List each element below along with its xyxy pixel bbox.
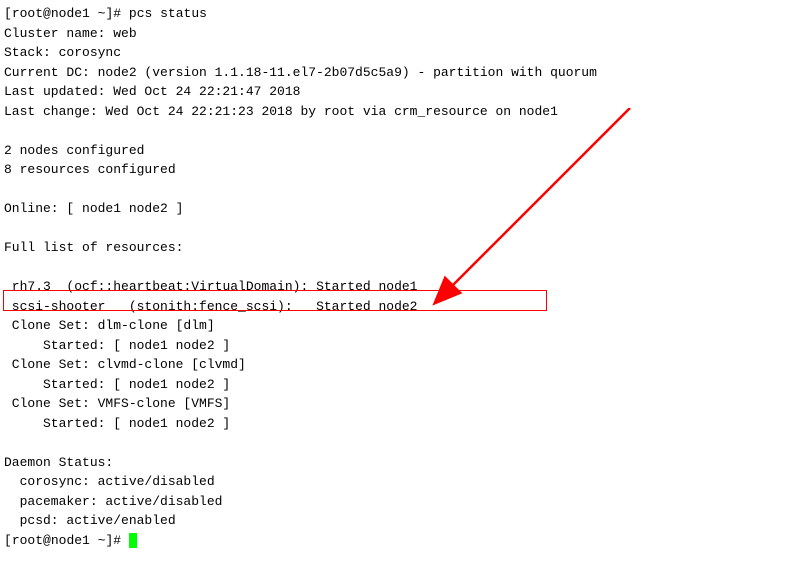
nodes-configured-line: 2 nodes configured xyxy=(4,141,796,161)
resource-dlm-started: Started: [ node1 node2 ] xyxy=(4,336,796,356)
prompt-symbol-2: # xyxy=(113,533,121,548)
resource-scsi: scsi-shooter (stonith:fence_scsi): Start… xyxy=(4,297,796,317)
blank-line-4 xyxy=(4,258,796,278)
prompt-user: root xyxy=(12,6,43,21)
prompt-symbol: # xyxy=(113,6,121,21)
prompt-line-2[interactable]: [root@node1 ~]# xyxy=(4,531,796,551)
online-line: Online: [ node1 node2 ] xyxy=(4,199,796,219)
stack-line: Stack: corosync xyxy=(4,43,796,63)
resource-vmfs-header: Clone Set: VMFS-clone [VMFS] xyxy=(4,394,796,414)
blank-line-3 xyxy=(4,219,796,239)
daemon-corosync: corosync: active/disabled xyxy=(4,472,796,492)
daemon-pacemaker: pacemaker: active/disabled xyxy=(4,492,796,512)
cluster-name-line: Cluster name: web xyxy=(4,24,796,44)
blank-line-1 xyxy=(4,121,796,141)
resource-rh73: rh7.3 (ocf::heartbeat:VirtualDomain): St… xyxy=(4,277,796,297)
last-change-line: Last change: Wed Oct 24 22:21:23 2018 by… xyxy=(4,102,796,122)
prompt-user-2: root xyxy=(12,533,43,548)
resource-vmfs-started: Started: [ node1 node2 ] xyxy=(4,414,796,434)
resource-dlm-header: Clone Set: dlm-clone [dlm] xyxy=(4,316,796,336)
prompt-path-2: ~ xyxy=(98,533,106,548)
prompt-host: node1 xyxy=(51,6,90,21)
resources-configured-line: 8 resources configured xyxy=(4,160,796,180)
current-dc-line: Current DC: node2 (version 1.1.18-11.el7… xyxy=(4,63,796,83)
prompt-line-1: [root@node1 ~]# pcs status xyxy=(4,4,796,24)
last-updated-line: Last updated: Wed Oct 24 22:21:47 2018 xyxy=(4,82,796,102)
prompt-path: ~ xyxy=(98,6,106,21)
blank-line-5 xyxy=(4,433,796,453)
blank-line-2 xyxy=(4,180,796,200)
resource-clvmd-header: Clone Set: clvmd-clone [clvmd] xyxy=(4,355,796,375)
resources-header: Full list of resources: xyxy=(4,238,796,258)
resource-clvmd-started: Started: [ node1 node2 ] xyxy=(4,375,796,395)
prompt-host-2: node1 xyxy=(51,533,90,548)
daemon-pcsd: pcsd: active/enabled xyxy=(4,511,796,531)
daemon-header: Daemon Status: xyxy=(4,453,796,473)
cursor-icon xyxy=(129,533,137,548)
command-text: pcs status xyxy=(129,6,207,21)
